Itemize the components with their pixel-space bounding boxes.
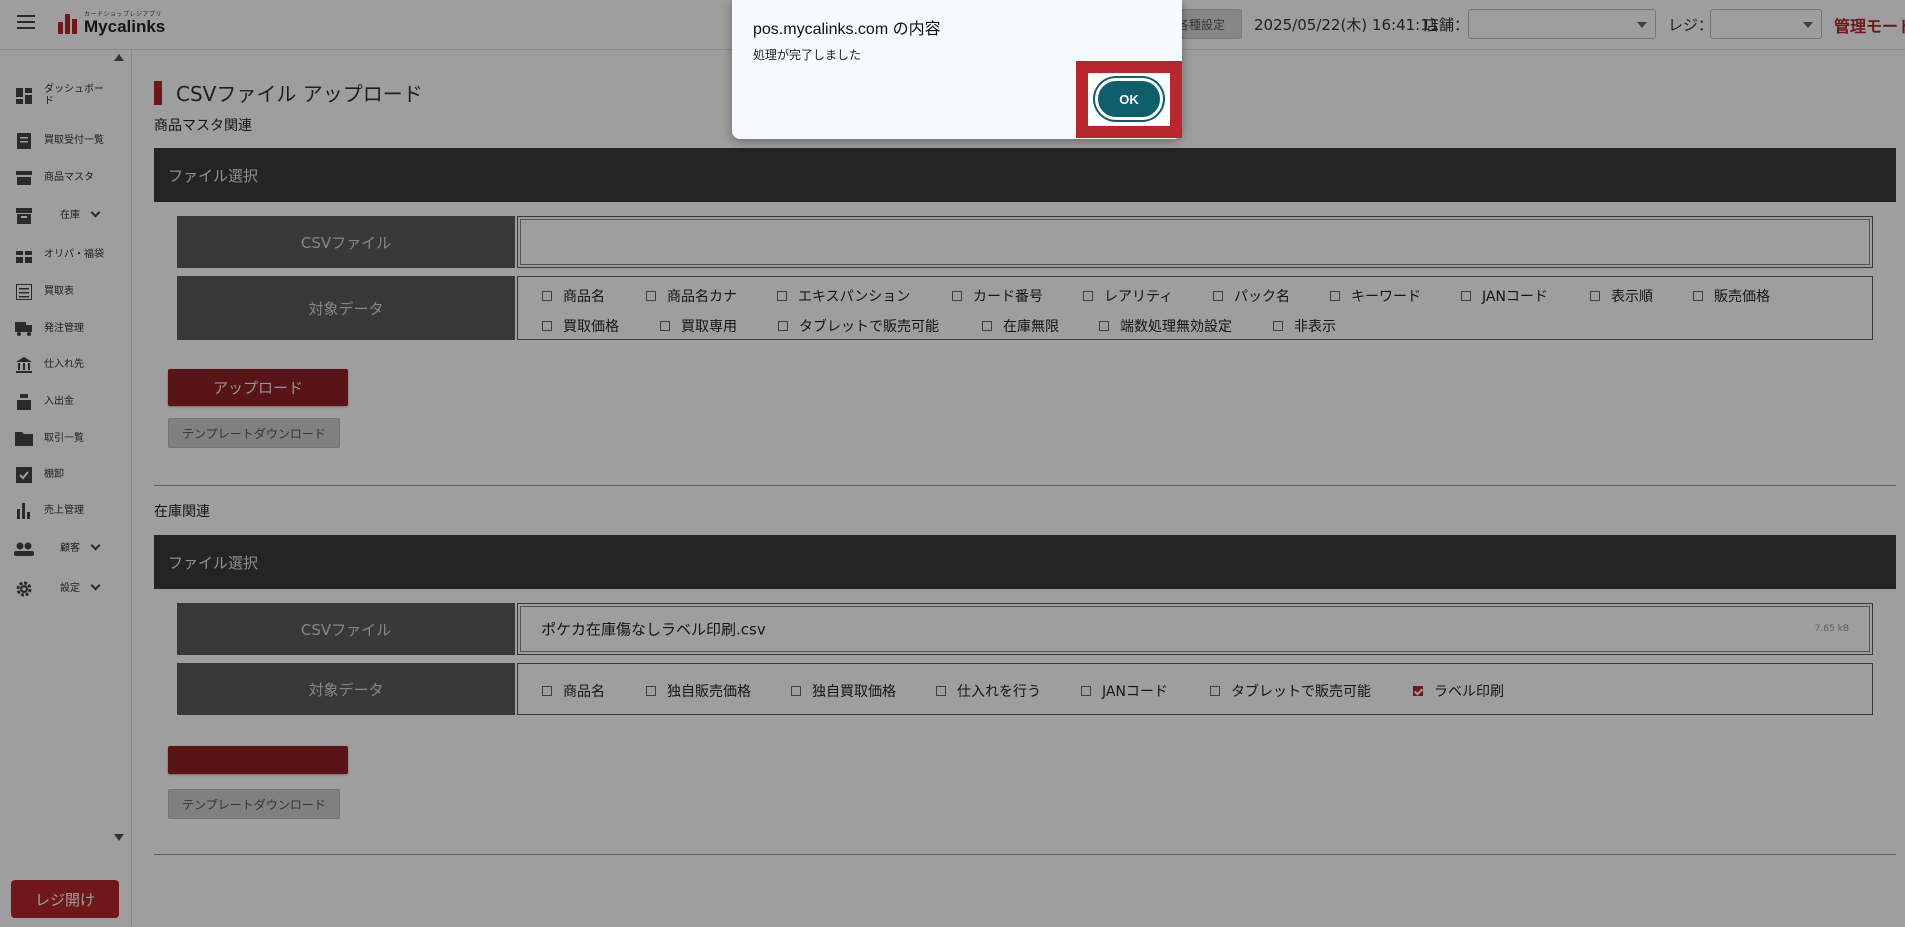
ok-button[interactable]: OK (1095, 78, 1163, 120)
dialog-message: 処理が完了しました (753, 48, 862, 62)
dialog-title: pos.mycalinks.com の内容 (753, 21, 941, 38)
modal-overlay (0, 0, 1905, 927)
